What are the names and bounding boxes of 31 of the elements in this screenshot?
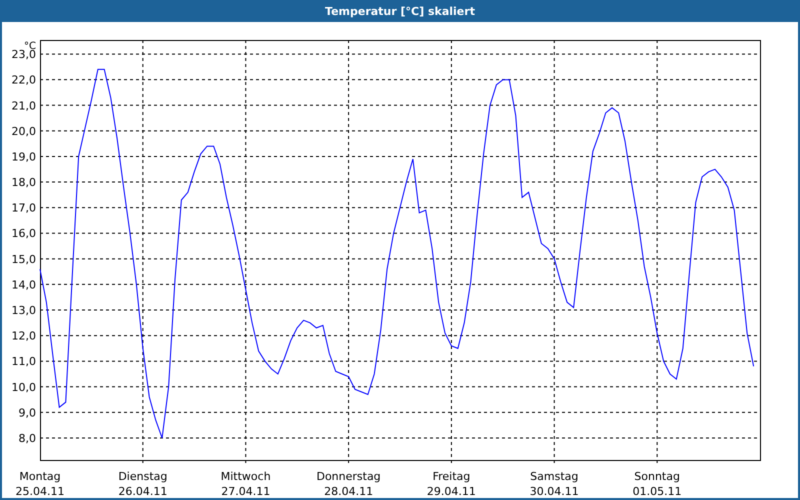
y-tick-label: 10,0 — [12, 380, 36, 394]
y-tick-label: 23,0 — [12, 48, 36, 62]
date-label: 28.04.11 — [324, 485, 374, 498]
y-tick-label: 11,0 — [12, 355, 36, 368]
date-label: 01.05.11 — [632, 485, 682, 498]
date-label: 29.04.11 — [426, 485, 476, 498]
day-label: Sonntag — [634, 470, 680, 483]
y-tick-label: 13,0 — [12, 304, 36, 318]
y-tick-label: 8,0 — [18, 432, 36, 445]
date-label: 30.04.11 — [530, 485, 579, 498]
day-label: Mittwoch — [220, 470, 271, 483]
day-label: Montag — [19, 470, 61, 483]
day-label: Samstag — [530, 470, 578, 483]
window-title: Temperatur [°C] skaliert — [324, 4, 476, 20]
y-tick-label: 14,0 — [12, 278, 36, 292]
y-tick-label: 12,0 — [12, 330, 36, 343]
y-tick-label: 17,0 — [12, 202, 36, 215]
y-tick-label: 15,0 — [12, 252, 36, 266]
day-label: Dienstag — [118, 470, 168, 483]
day-label: Freitag — [432, 470, 470, 483]
y-tick-label: 20,0 — [12, 124, 36, 138]
y-tick-label: 9,0 — [18, 406, 36, 420]
date-label: 26.04.11 — [118, 485, 168, 498]
y-tick-label: 16,0 — [12, 227, 36, 240]
date-label: 27.04.11 — [221, 485, 270, 498]
y-tick-label: 19,0 — [12, 150, 36, 164]
y-tick-label: 18,0 — [12, 176, 36, 190]
y-tick-label: 22,0 — [12, 74, 36, 87]
date-label: 25.04.11 — [16, 485, 64, 498]
day-label: Donnerstag — [316, 470, 381, 483]
y-tick-label: 21,0 — [12, 99, 36, 112]
